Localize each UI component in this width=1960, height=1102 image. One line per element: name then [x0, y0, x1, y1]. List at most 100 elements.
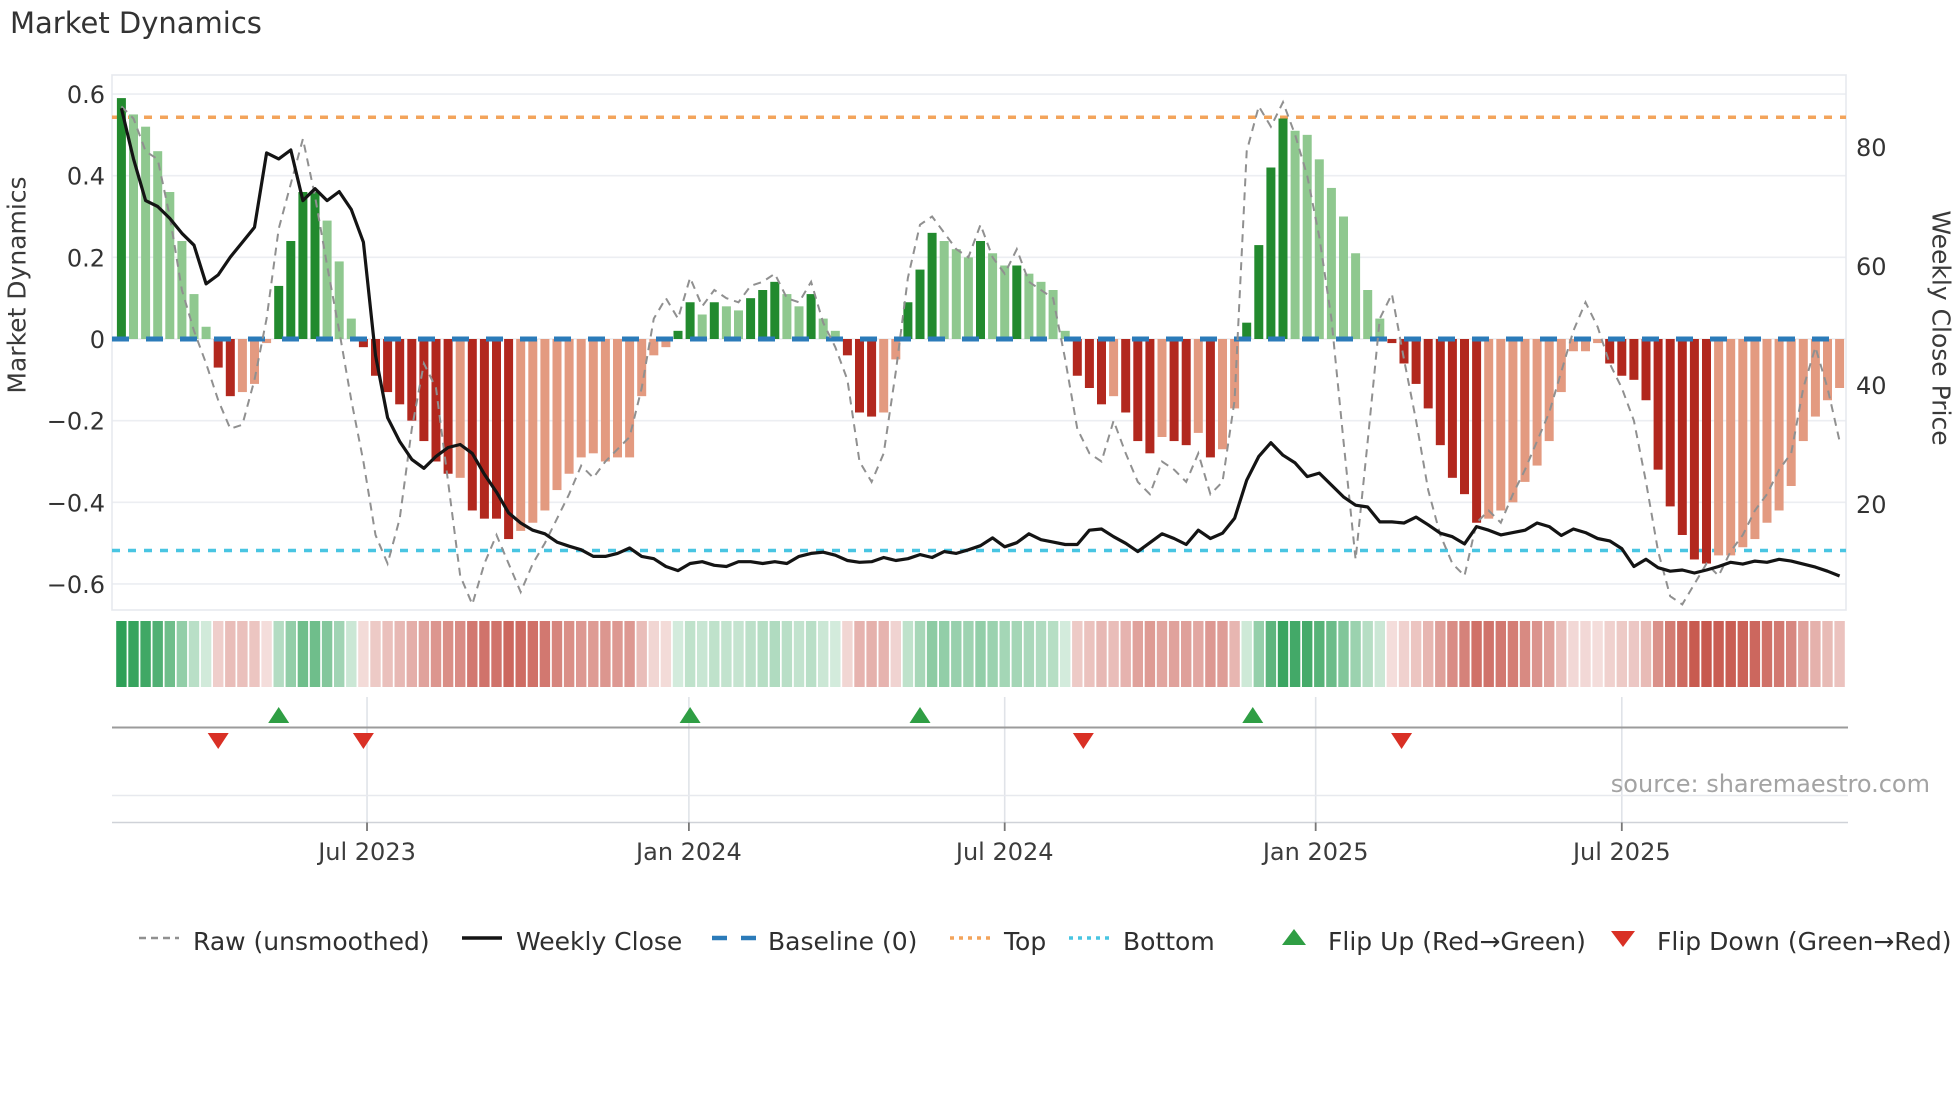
flip-down-marker [1391, 733, 1413, 749]
bar [963, 257, 973, 339]
heatmap-cell [1181, 621, 1192, 687]
left-tick-label: 0.2 [67, 244, 105, 272]
heatmap-cell [1350, 621, 1361, 687]
bar [528, 339, 538, 523]
heatmap-cell [939, 621, 950, 687]
heatmap-cell [733, 621, 744, 687]
heatmap-cell [648, 621, 659, 687]
heatmap-cell [1447, 621, 1458, 687]
right-tick-label: 40 [1856, 372, 1887, 400]
heatmap-cell [1205, 621, 1216, 687]
legend-item-flip-up: Flip Up (Red→Green) [1272, 926, 1586, 956]
bar [431, 339, 441, 462]
bar [1472, 339, 1482, 523]
bar [237, 339, 247, 393]
heatmap-cell [249, 621, 260, 687]
heatmap-cell [902, 621, 914, 687]
heatmap-cell [527, 621, 538, 687]
heatmap-cell [370, 621, 381, 687]
heatmap-cell [1701, 621, 1712, 687]
bar [1072, 339, 1082, 376]
heatmap-cell [164, 621, 175, 687]
bar [201, 326, 211, 339]
heatmap-cell [1556, 621, 1567, 687]
legend-item-top: Top [948, 926, 1046, 956]
heatmap-cell [1289, 621, 1301, 687]
market-dynamics-figure: Market Dynamics Market Dynamics Weekly C… [0, 0, 1960, 1102]
heatmap-cell [709, 621, 720, 687]
flip-down-marker [352, 733, 374, 749]
heatmap-cell [1314, 621, 1325, 687]
bar [1266, 167, 1276, 339]
bar [1460, 339, 1469, 495]
heatmap-cell [914, 621, 926, 687]
heatmap-cell [1398, 621, 1410, 687]
bar [842, 339, 852, 356]
heatmap-cell [1519, 621, 1531, 687]
bar [1835, 339, 1845, 388]
bar [1714, 339, 1724, 556]
heatmap-cell [951, 621, 962, 687]
heatmap-cell [1773, 621, 1785, 687]
bar [141, 126, 151, 340]
bar [1169, 339, 1179, 442]
bar [1000, 265, 1010, 339]
heatmap-cell [854, 621, 865, 687]
bar [298, 192, 308, 339]
bar [1653, 339, 1663, 470]
bar [383, 339, 393, 393]
raw-line-swatch-icon [137, 926, 181, 956]
heatmap-cell [757, 621, 768, 687]
bar [286, 241, 296, 339]
bar [407, 339, 417, 421]
heatmap-cell [636, 621, 647, 687]
source-credit: source: sharemaestro.com [1610, 770, 1930, 798]
bar [1484, 339, 1494, 519]
bar [794, 306, 804, 339]
heatmap-cell [116, 621, 127, 687]
heatmap-cell [600, 621, 611, 687]
heatmap-cell [1047, 621, 1059, 687]
heatmap-cell [1628, 621, 1640, 687]
heatmap-cell [1265, 621, 1277, 687]
heatmap-cell [624, 621, 635, 687]
legend-item-flip-down: Flip Down (Green→Red) [1601, 926, 1952, 956]
flip-up-marker [679, 707, 701, 723]
heatmap-cell [1374, 621, 1385, 687]
heatmap-cell [1326, 621, 1337, 687]
bar [1387, 339, 1397, 344]
heatmap-cell [491, 621, 502, 687]
heatmap-cell [334, 621, 345, 687]
bar [1109, 339, 1119, 397]
bar [225, 339, 235, 397]
bar [1423, 339, 1433, 409]
flip-up-marker [1242, 707, 1264, 723]
heatmap-cell [793, 621, 805, 687]
legend-label: Baseline (0) [768, 926, 918, 956]
heatmap-cell [261, 621, 272, 687]
bar [1702, 339, 1711, 564]
bar [927, 232, 937, 339]
heatmap-cell [297, 621, 309, 687]
heatmap-cell [878, 621, 889, 687]
bar [782, 294, 792, 339]
flip-down-marker [1072, 733, 1094, 749]
heatmap-cell [963, 621, 974, 687]
heatmap-cell [479, 621, 490, 687]
heatmap-cell [805, 621, 817, 687]
legend-label: Weekly Close [516, 926, 683, 956]
bar [395, 339, 405, 405]
bar [1314, 159, 1324, 339]
bar [1496, 339, 1506, 511]
heatmap-cell [1725, 621, 1736, 687]
bar [709, 302, 719, 339]
heatmap-cell [358, 621, 369, 687]
bar [540, 339, 550, 511]
bar [516, 339, 526, 531]
heatmap-cell [1677, 621, 1688, 687]
heatmap-cell [1483, 621, 1494, 687]
heatmap-cell [697, 621, 708, 687]
bar [685, 302, 695, 339]
heatmap-cell [684, 621, 696, 687]
heatmap-cell [152, 621, 163, 687]
